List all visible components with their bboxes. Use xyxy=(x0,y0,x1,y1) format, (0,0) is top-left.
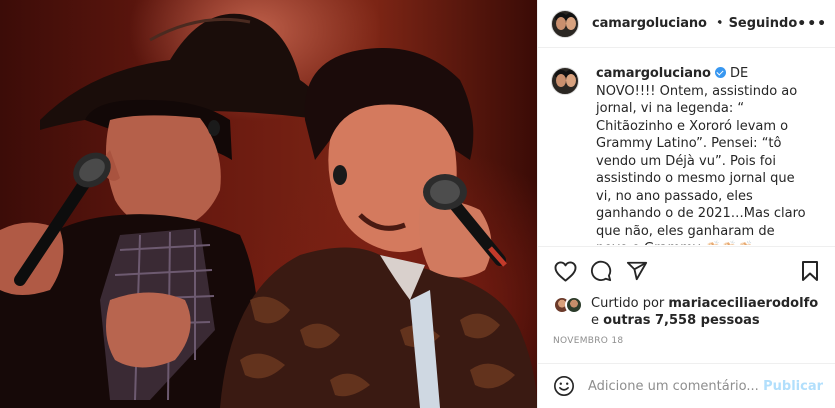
action-bar xyxy=(538,246,835,294)
liker-username[interactable]: mariaceciliaerodolfo xyxy=(668,296,818,311)
post-date[interactable]: NOVEMBRO 18 xyxy=(553,336,623,346)
author-username[interactable]: camargoluciano xyxy=(592,16,707,31)
caption-avatar[interactable] xyxy=(551,67,579,95)
caption-text: DE NOVO!!!! Ontem, assistindo ao jornal,… xyxy=(596,66,806,245)
likes-summary: Curtido por mariaceciliaerodolfo e outra… xyxy=(553,295,828,329)
likes-prefix: Curtido por xyxy=(591,296,669,311)
bookmark-icon[interactable] xyxy=(798,259,822,283)
post-sidebar: camargoluciano • Seguindo ••• camargoluc… xyxy=(537,0,835,408)
liker-avatar xyxy=(565,296,583,314)
caption-section: camargoluciano DE NOVO!!!! Ontem, assist… xyxy=(538,49,835,245)
comment-icon[interactable] xyxy=(589,259,613,283)
post-photo[interactable] xyxy=(0,0,537,408)
caption-username[interactable]: camargoluciano xyxy=(596,66,711,81)
share-icon[interactable] xyxy=(625,259,649,283)
singers-illustration xyxy=(0,13,537,408)
comment-box: Publicar xyxy=(538,363,835,408)
caption-verified-badge-icon xyxy=(714,67,726,78)
caption: camargoluciano DE NOVO!!!! Ontem, assist… xyxy=(596,65,806,245)
more-options-icon[interactable]: ••• xyxy=(797,16,827,32)
likes-conjunction: e xyxy=(591,313,604,328)
post-comment-button[interactable]: Publicar xyxy=(763,379,823,394)
liker-avatars[interactable] xyxy=(553,296,585,316)
instagram-post-modal: camargoluciano • Seguindo ••• camargoluc… xyxy=(0,0,835,408)
comment-input[interactable] xyxy=(588,378,764,394)
heart-icon[interactable] xyxy=(553,259,577,283)
author-avatar[interactable] xyxy=(551,9,579,38)
following-button[interactable]: Seguindo xyxy=(729,16,798,31)
likes-text: Curtido por mariaceciliaerodolfo e outra… xyxy=(591,295,828,329)
post-header: camargoluciano • Seguindo ••• xyxy=(538,0,835,48)
emoji-icon[interactable] xyxy=(552,374,576,398)
likes-count[interactable]: outras 7,558 pessoas xyxy=(603,313,760,328)
